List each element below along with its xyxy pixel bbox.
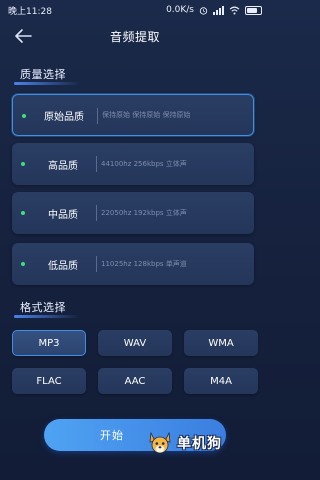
dog-mascot-icon bbox=[149, 431, 171, 454]
status-time: 晚上11:28 bbox=[8, 6, 52, 17]
format-button-mp3[interactable]: MP3 bbox=[12, 330, 86, 356]
quality-desc: 22050hz 192kbps 立体声 bbox=[101, 209, 187, 217]
format-button-flac[interactable]: FLAC bbox=[12, 368, 86, 394]
quality-name: 低品质 bbox=[48, 260, 78, 272]
format-button-wav[interactable]: WAV bbox=[98, 330, 172, 356]
network-speed: 0.0K/s bbox=[166, 5, 194, 15]
format-section-title: 格式选择 bbox=[14, 301, 80, 318]
status-icons: 0.0K/s bbox=[166, 5, 262, 15]
watermark: 单机狗 bbox=[146, 427, 266, 459]
quality-option-low[interactable]: 低品质 11025hz 128kbps 单声道 bbox=[12, 243, 254, 285]
app-bar: 音频提取 bbox=[0, 22, 270, 50]
quality-option-original[interactable]: 原始品质 保持原始 保持原始 保持原始 bbox=[12, 94, 254, 136]
divider bbox=[96, 256, 97, 272]
quality-desc: 11025hz 128kbps 单声道 bbox=[101, 260, 187, 268]
quality-desc: 44100hz 256kbps 立体声 bbox=[101, 160, 187, 168]
format-button-aac[interactable]: AAC bbox=[98, 368, 172, 394]
format-button-wma[interactable]: WMA bbox=[184, 330, 258, 356]
divider bbox=[96, 156, 97, 172]
start-button-label: 开始 bbox=[100, 429, 124, 442]
divider bbox=[96, 205, 97, 221]
divider bbox=[97, 108, 98, 124]
battery-icon bbox=[245, 5, 262, 15]
page-title: 音频提取 bbox=[109, 29, 160, 44]
quality-name: 高品质 bbox=[48, 160, 78, 172]
quality-name: 中品质 bbox=[48, 209, 78, 221]
watermark-text: 单机狗 bbox=[177, 436, 222, 452]
quality-dot bbox=[22, 114, 26, 118]
status-bar: 晚上11:28 0.0K/s bbox=[0, 0, 270, 20]
quality-dot bbox=[21, 211, 25, 215]
quality-option-high[interactable]: 高品质 44100hz 256kbps 立体声 bbox=[12, 143, 254, 185]
quality-section-title: 质量选择 bbox=[14, 68, 80, 85]
wifi-icon bbox=[229, 6, 240, 14]
alarm-icon bbox=[199, 6, 208, 15]
quality-name: 原始品质 bbox=[44, 111, 84, 123]
format-button-m4a[interactable]: M4A bbox=[184, 368, 258, 394]
signal-icon bbox=[213, 5, 224, 15]
quality-desc: 保持原始 保持原始 保持原始 bbox=[102, 111, 191, 119]
quality-option-medium[interactable]: 中品质 22050hz 192kbps 立体声 bbox=[12, 192, 254, 234]
quality-dot bbox=[21, 162, 25, 166]
quality-dot bbox=[21, 262, 25, 266]
back-arrow-icon[interactable] bbox=[14, 28, 32, 44]
